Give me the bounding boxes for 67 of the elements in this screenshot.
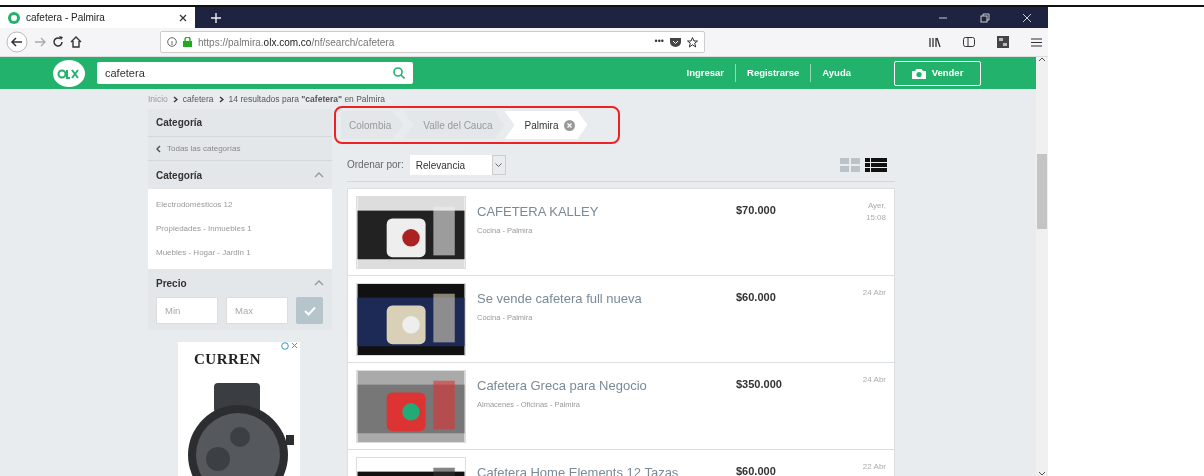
search-field[interactable]: cafetera bbox=[97, 62, 413, 84]
ad-brand: CURREN bbox=[194, 350, 262, 369]
sell-button[interactable]: Vender bbox=[894, 60, 981, 86]
new-tab-icon[interactable] bbox=[211, 12, 221, 23]
category-link[interactable]: Electrodomésticos 12 bbox=[148, 193, 332, 217]
site-logo[interactable] bbox=[53, 59, 85, 87]
search-icon[interactable] bbox=[393, 67, 405, 79]
nav-link[interactable]: Registrarse bbox=[735, 64, 811, 82]
results-count: 14 resultados para "cafetera" en Palmira bbox=[228, 92, 385, 106]
reload-icon[interactable] bbox=[52, 36, 64, 48]
scroll-thumb[interactable] bbox=[1037, 154, 1047, 229]
listing-date: Ayer, 15:08 bbox=[864, 200, 886, 224]
list-view-icon[interactable] bbox=[865, 157, 887, 172]
site-icon bbox=[8, 11, 20, 24]
tab-title: cafetera - Palmira bbox=[26, 11, 106, 25]
info-icon bbox=[167, 37, 177, 47]
nav-link[interactable]: Ingresar bbox=[675, 64, 736, 82]
address-bar[interactable]: https://palmira.olx.com.co/nf/search/cafetera ••• bbox=[160, 31, 705, 53]
lock-icon bbox=[183, 37, 192, 47]
check-icon bbox=[303, 305, 316, 316]
min-price-field[interactable]: Min bbox=[156, 297, 218, 324]
listing-date: 24 Abr bbox=[861, 287, 886, 299]
listing-date: 22 Abr bbox=[861, 461, 886, 473]
section-title: Precio bbox=[156, 276, 187, 291]
max-price-field[interactable]: Max bbox=[226, 297, 288, 324]
library-icon[interactable] bbox=[929, 36, 941, 48]
category-link[interactable]: Propiedades - Inmuebles 1 bbox=[148, 217, 332, 241]
sidebar-icon[interactable] bbox=[963, 37, 975, 47]
location-crumb[interactable]: Palmira bbox=[504, 111, 588, 139]
sort-label: Ordenar por: bbox=[347, 158, 404, 172]
listing-price: $70.000 bbox=[736, 203, 777, 218]
menu-icon[interactable] bbox=[1031, 37, 1042, 47]
chevron-icon bbox=[172, 95, 178, 103]
listing-price: $60.000 bbox=[736, 290, 777, 305]
chevron-icon bbox=[218, 95, 224, 103]
close-icon[interactable] bbox=[179, 13, 187, 22]
pocket-icon[interactable] bbox=[670, 37, 681, 47]
url-text: https://palmira.olx.com.co/nf/search/cafetera bbox=[198, 35, 396, 50]
sort-dropdown[interactable]: Relevancia bbox=[409, 154, 506, 175]
sidebar-title: Categoría bbox=[148, 109, 332, 137]
star-icon[interactable] bbox=[687, 36, 698, 48]
listing-title[interactable]: Se vende cafetera full nueva bbox=[477, 289, 736, 309]
listing-title[interactable]: CAFETERA KALLEY bbox=[477, 202, 736, 222]
category-link[interactable]: Muebles - Hogar - Jardin 1 bbox=[148, 241, 332, 265]
restore-icon[interactable] bbox=[980, 12, 990, 23]
camera-icon bbox=[911, 67, 926, 79]
breadcrumb-link[interactable]: Inicio bbox=[148, 92, 168, 106]
screenshot-icon[interactable] bbox=[997, 36, 1009, 48]
home-icon[interactable] bbox=[70, 36, 82, 48]
scroll-down-icon[interactable] bbox=[1038, 471, 1046, 476]
location-crumb[interactable]: Colombia bbox=[341, 111, 404, 139]
listing-price: $350.000 bbox=[736, 377, 783, 392]
location-crumb[interactable]: Valle del Cauca bbox=[403, 111, 505, 139]
chevron-left-icon bbox=[156, 144, 161, 153]
listing-date: 24 Abr bbox=[861, 374, 886, 386]
more-actions-button[interactable]: ••• bbox=[654, 35, 664, 49]
listing-price: $60.000 bbox=[736, 464, 777, 476]
section-title: Categoría bbox=[156, 168, 203, 183]
remove-icon[interactable] bbox=[564, 119, 576, 131]
listing-title[interactable]: Cafetera Greca para Negocio bbox=[477, 376, 736, 396]
caret-icon bbox=[495, 162, 503, 167]
nav-link[interactable]: Ayuda bbox=[810, 64, 862, 82]
back-icon[interactable] bbox=[6, 31, 28, 53]
breadcrumb-link[interactable]: cafetera bbox=[182, 92, 214, 106]
all-categories-link[interactable]: Todas las categorías bbox=[148, 137, 332, 161]
browser-tab[interactable]: cafetera - Palmira bbox=[0, 7, 195, 28]
scroll-up-icon[interactable] bbox=[1038, 57, 1046, 62]
